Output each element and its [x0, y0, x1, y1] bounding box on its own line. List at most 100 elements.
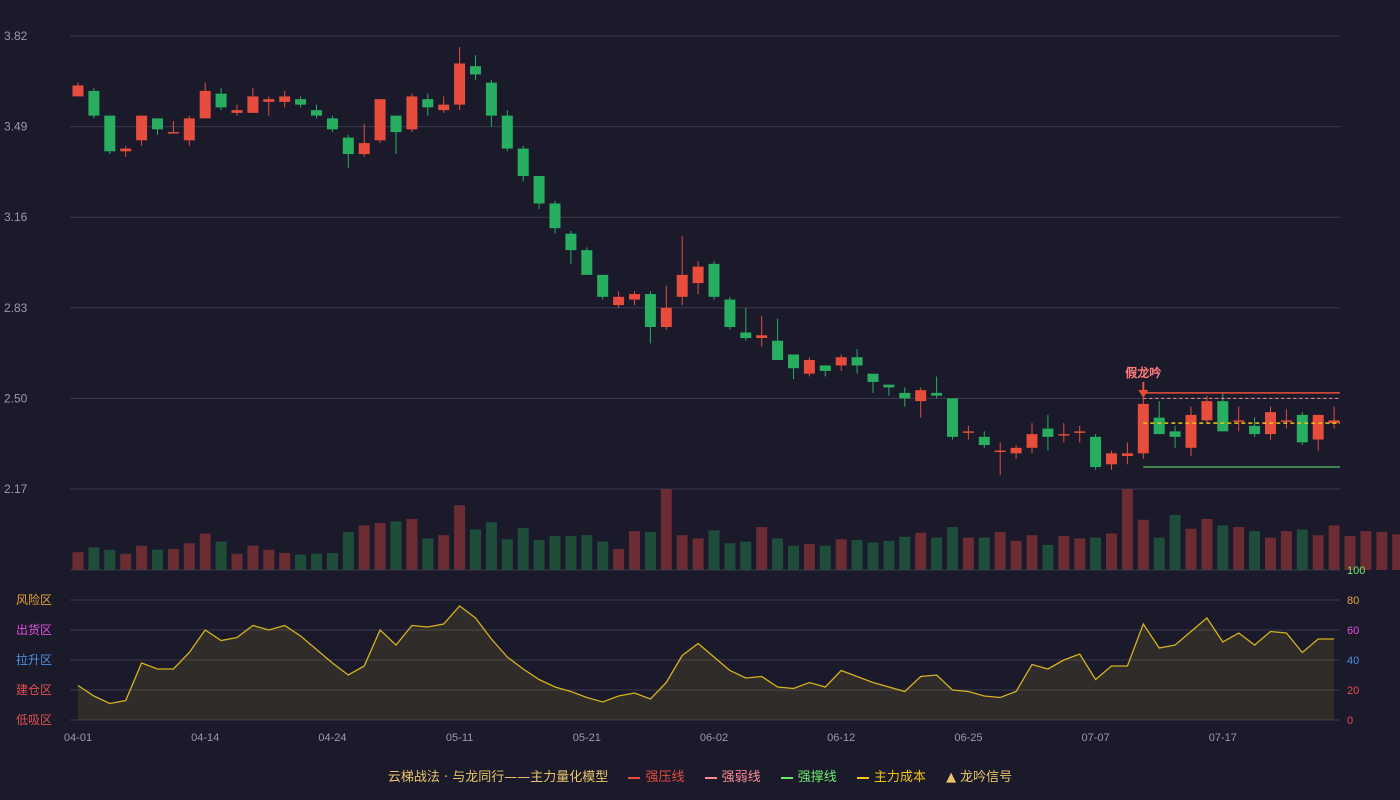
volume-bar: [947, 527, 958, 570]
candle-body: [660, 307, 672, 328]
candle-body: [279, 96, 291, 102]
legend-main-cost[interactable]: 主力成本: [856, 766, 926, 785]
candle-body: [565, 233, 577, 251]
price-tick-label: 3.49: [4, 120, 28, 134]
candle-body: [867, 373, 879, 382]
volume-bar: [1010, 540, 1022, 570]
candle-body: [533, 176, 545, 204]
volume-bar: [994, 531, 1006, 570]
volume-bar: [788, 545, 799, 570]
candle-body: [199, 90, 211, 119]
candle-body: [1106, 453, 1117, 465]
volume-bar: [565, 535, 577, 570]
x-tick-label: 04-01: [64, 732, 92, 744]
volume-bar: [1090, 537, 1102, 570]
volume-bar: [883, 540, 895, 570]
volume-bar: [962, 537, 974, 570]
candle-body: [1121, 453, 1133, 457]
volume-bar: [1296, 529, 1308, 570]
volume-bar: [581, 535, 593, 570]
candle-body: [772, 340, 784, 360]
candle-body: [947, 398, 958, 437]
candle-body: [72, 85, 84, 97]
candle-body: [120, 148, 132, 152]
legend-strong-pressure[interactable]: 强压线: [628, 766, 684, 785]
candle-body: [1058, 434, 1070, 436]
zone-label: 风险区: [16, 592, 52, 607]
price-tick-label: 3.16: [4, 210, 28, 224]
volume-bar: [803, 544, 815, 570]
x-tick-label: 05-11: [446, 732, 473, 744]
candle-body: [1010, 447, 1022, 454]
volume-bar: [1042, 544, 1054, 570]
volume-bar: [724, 543, 736, 570]
volume-bar: [501, 539, 513, 570]
candle-body: [295, 99, 307, 105]
volume-bar: [1185, 528, 1197, 570]
candle-body: [978, 436, 990, 446]
candle-body: [1169, 431, 1181, 437]
candle-body: [1280, 420, 1292, 422]
candle-body: [454, 63, 466, 105]
legend-strong-weak-label: 强弱线: [721, 770, 761, 785]
volume-bar: [311, 553, 322, 570]
volume-bar: [692, 538, 704, 570]
volume-bar: [931, 537, 943, 570]
volume-bar: [1249, 531, 1261, 570]
volume-bar: [978, 537, 990, 570]
candle-body: [390, 115, 402, 133]
candle-body: [485, 82, 497, 116]
volume-bar: [1106, 533, 1117, 570]
volume-bar: [835, 539, 847, 570]
candle-body: [724, 299, 736, 328]
chart-legend: 云梯战法 · 与龙同行——主力量化模型 强压线 强弱线 强撑线 主力成本 ▲ 龙吟…: [0, 766, 1400, 785]
candle-body: [1201, 401, 1213, 421]
candle-body: [931, 392, 943, 396]
volume-bar: [263, 549, 275, 570]
candle-body: [819, 365, 831, 371]
zone-label: 出货区: [16, 622, 52, 637]
volume-bar: [454, 505, 466, 570]
candle-body: [994, 450, 1006, 453]
volume-bar: [613, 548, 625, 570]
candle-body: [581, 250, 593, 275]
volume-bar: [406, 518, 418, 570]
candle-body: [644, 294, 656, 328]
price-tick-label: 2.17: [4, 482, 28, 496]
candle-body: [88, 90, 100, 116]
volume-bar: [438, 535, 450, 570]
volume-bar: [167, 548, 179, 570]
candle-body: [136, 115, 148, 141]
indicator-tick-label: 100: [1347, 565, 1365, 577]
indicator-tick-label: 60: [1347, 625, 1359, 637]
indicator-tick-label: 20: [1347, 685, 1359, 697]
candle-body: [1217, 401, 1229, 432]
candle-body: [1074, 431, 1086, 433]
candle-body: [326, 118, 338, 130]
stock-chart: 3.82 3.49 3.16 2.83 2.50 2.17 假龙吟 100 80 60 40 20 0 风…: [4, 29, 1400, 744]
candle-body: [501, 115, 513, 149]
legend-main-cost-label: 主力成本: [873, 770, 926, 785]
legend-strong-support[interactable]: 强撑线: [780, 766, 837, 785]
volume-bar: [533, 540, 545, 570]
candle-body: [167, 132, 179, 134]
legend-strong-support-label: 强撑线: [797, 770, 837, 785]
candle-body: [247, 96, 259, 113]
volume-bar: [1328, 525, 1340, 570]
candle-body: [1026, 434, 1038, 448]
candle-body: [851, 357, 863, 366]
legend-strong-weak[interactable]: 强弱线: [704, 766, 761, 785]
volume-bar: [851, 540, 863, 570]
legend-dragon-signal-label: 龙吟信号: [960, 770, 1013, 785]
x-tick-label: 06-02: [700, 732, 728, 744]
candle-body: [1137, 403, 1149, 454]
candle-body: [803, 359, 815, 374]
x-tick-label: 07-17: [1209, 732, 1237, 744]
volume-bar: [772, 538, 784, 570]
volume-bar: [183, 543, 195, 570]
volume-bar: [88, 547, 100, 570]
candle-body: [756, 335, 768, 338]
volume-bar: [72, 552, 84, 570]
legend-dragon-signal[interactable]: ▲ 龙吟信号: [946, 766, 1012, 785]
candle-body: [104, 115, 116, 152]
